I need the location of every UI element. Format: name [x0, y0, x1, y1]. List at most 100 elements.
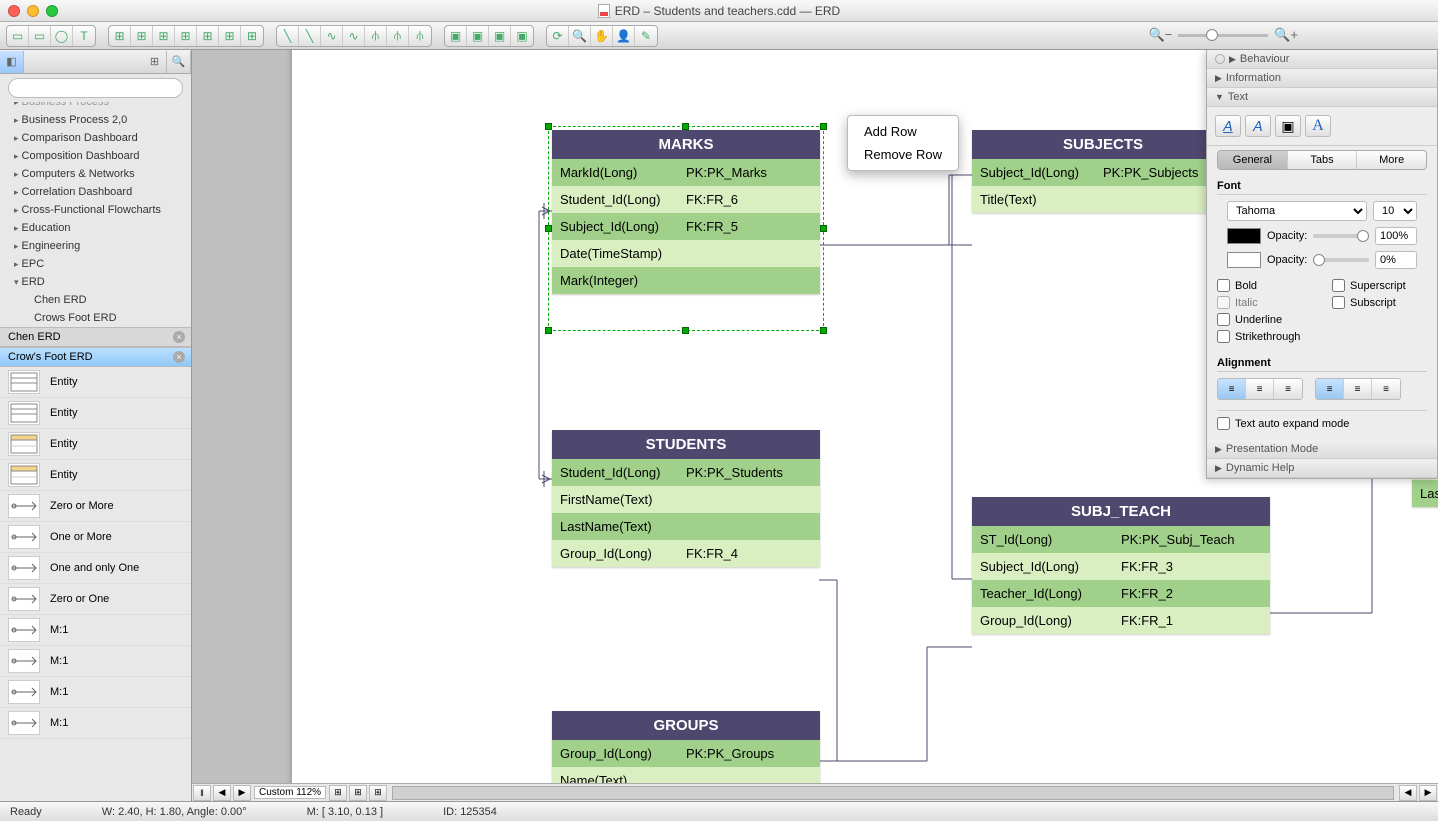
section-text[interactable]: ▼Text — [1207, 88, 1437, 107]
opacity-stroke-value[interactable] — [1375, 251, 1417, 269]
tool-layer-1[interactable]: ▣ — [445, 26, 467, 46]
stencil-item[interactable]: Zero or One — [0, 584, 191, 615]
tool-view-2[interactable]: 🔍 — [569, 26, 591, 46]
tool-layer-2[interactable]: ▣ — [467, 26, 489, 46]
stencil-item[interactable]: Zero or More — [0, 491, 191, 522]
check-superscript[interactable] — [1332, 279, 1345, 292]
section-behaviour[interactable]: ▶Behaviour — [1207, 50, 1437, 69]
tool-align-6[interactable]: ⊞ — [219, 26, 241, 46]
tool-align-4[interactable]: ⊞ — [175, 26, 197, 46]
tool-conn-3[interactable]: ∿ — [321, 26, 343, 46]
tab-general[interactable]: General — [1218, 151, 1288, 169]
zoom-in-icon[interactable]: 🔍+ — [1274, 27, 1298, 43]
tree-item[interactable]: EPC — [22, 258, 45, 270]
text-tool-font-icon[interactable]: A — [1305, 115, 1331, 137]
snap-grid-2[interactable]: ⊞ — [349, 785, 367, 801]
tool-view-5[interactable]: ✎ — [635, 26, 657, 46]
entity-row[interactable]: ST_Id(Long)PK:PK_Subj_Teach — [972, 526, 1270, 553]
stencil-item[interactable]: One and only One — [0, 553, 191, 584]
tool-conn-4[interactable]: ∿ — [343, 26, 365, 46]
snap-grid-1[interactable]: ⊞ — [329, 785, 347, 801]
tree-item[interactable]: Business Process — [22, 102, 109, 108]
valign-middle[interactable]: ≡ — [1344, 379, 1372, 399]
stencil-item[interactable]: M:1 — [0, 708, 191, 739]
tree-item-erd[interactable]: ERD — [22, 276, 45, 288]
section-dynamic-help[interactable]: ▶Dynamic Help — [1207, 459, 1437, 478]
align-right[interactable]: ≡ — [1274, 379, 1302, 399]
stencil-tab-chen[interactable]: Chen ERD× — [0, 327, 191, 347]
tool-align-5[interactable]: ⊞ — [197, 26, 219, 46]
hscroll-right-icon[interactable]: ▶ — [1419, 785, 1437, 801]
text-tool-underline-icon[interactable]: 𝘈 — [1215, 115, 1241, 137]
tab-more[interactable]: More — [1357, 151, 1426, 169]
entity-row[interactable]: Mark(Integer) — [552, 267, 820, 294]
stencil-item[interactable]: Entity — [0, 429, 191, 460]
tool-layer-3[interactable]: ▣ — [489, 26, 511, 46]
valign-top[interactable]: ≡ — [1316, 379, 1344, 399]
valign-bottom[interactable]: ≡ — [1372, 379, 1400, 399]
check-underline[interactable] — [1217, 313, 1230, 326]
tool-conn-6[interactable]: ⫛ — [387, 26, 409, 46]
align-left[interactable]: ≡ — [1218, 379, 1246, 399]
zoom-readout[interactable]: Custom 112% — [254, 786, 326, 799]
tab-tabs[interactable]: Tabs — [1288, 151, 1358, 169]
stroke-color-swatch[interactable] — [1227, 252, 1261, 268]
check-strikethrough[interactable] — [1217, 330, 1230, 343]
fill-color-swatch[interactable] — [1227, 228, 1261, 244]
entity-row[interactable]: Subject_Id(Long)FK:FR_3 — [972, 553, 1270, 580]
tool-conn-7[interactable]: ⫛ — [409, 26, 431, 46]
tree-item-chen[interactable]: Chen ERD — [34, 294, 87, 306]
tool-align-2[interactable]: ⊞ — [131, 26, 153, 46]
opacity-slider-fill[interactable] — [1313, 234, 1369, 238]
tool-rect[interactable]: ▭ — [29, 26, 51, 46]
zoom-out-icon[interactable]: 🔍− — [1148, 27, 1172, 43]
text-tool-box-icon[interactable]: ▣ — [1275, 115, 1301, 137]
entity-row[interactable]: Teacher_Id(Long)FK:FR_2 — [972, 580, 1270, 607]
tool-conn-5[interactable]: ⫛ — [365, 26, 387, 46]
entity-row[interactable]: FirstName(Text) — [552, 486, 820, 513]
tool-conn-1[interactable]: ╲ — [277, 26, 299, 46]
entity-row[interactable]: MarkId(Long)PK:PK_Marks — [552, 159, 820, 186]
section-presentation[interactable]: ▶Presentation Mode — [1207, 440, 1437, 459]
entity-row[interactable]: Group_Id(Long)PK:PK_Groups — [552, 740, 820, 767]
entity-row[interactable]: Subject_Id(Long)PK:PK_Subjects — [972, 159, 1234, 186]
zoom-slider[interactable] — [1178, 34, 1268, 37]
check-text-auto-expand[interactable] — [1217, 417, 1230, 430]
scroll-first-icon[interactable]: ‖ — [193, 785, 211, 801]
canvas-area[interactable]: MARKS MarkId(Long)PK:PK_MarksStudent_Id(… — [192, 50, 1438, 801]
align-center[interactable]: ≡ — [1246, 379, 1274, 399]
tool-align-7[interactable]: ⊞ — [241, 26, 263, 46]
tree-item[interactable]: Correlation Dashboard — [22, 186, 133, 198]
tool-view-1[interactable]: ⟳ — [547, 26, 569, 46]
font-family-select[interactable]: Tahoma — [1227, 201, 1367, 221]
section-information[interactable]: ▶Information — [1207, 69, 1437, 88]
sidebar-tab-library[interactable]: ◧ — [0, 51, 24, 73]
check-italic[interactable] — [1217, 296, 1230, 309]
tool-view-3[interactable]: ✋ — [591, 26, 613, 46]
entity-row[interactable]: Student_Id(Long)PK:PK_Students — [552, 459, 820, 486]
tree-item[interactable]: Cross-Functional Flowcharts — [22, 204, 161, 216]
check-bold[interactable] — [1217, 279, 1230, 292]
tree-item[interactable]: Education — [22, 222, 71, 234]
library-search-input[interactable] — [8, 78, 183, 98]
tree-item[interactable]: Business Process 2,0 — [22, 114, 128, 126]
font-size-select[interactable]: 10 — [1373, 201, 1417, 221]
stencil-item[interactable]: M:1 — [0, 677, 191, 708]
check-subscript[interactable] — [1332, 296, 1345, 309]
text-tool-shadow-icon[interactable]: 𝘈 — [1245, 115, 1271, 137]
entity-row[interactable]: LastName(Text) — [552, 513, 820, 540]
tool-layer-4[interactable]: ▣ — [511, 26, 533, 46]
stencil-item[interactable]: M:1 — [0, 646, 191, 677]
entity-row[interactable]: Group_Id(Long)FK:FR_4 — [552, 540, 820, 567]
opacity-fill-value[interactable] — [1375, 227, 1417, 245]
entity-students[interactable]: STUDENTS Student_Id(Long)PK:PK_StudentsF… — [552, 430, 820, 567]
entity-row[interactable]: Date(TimeStamp) — [552, 240, 820, 267]
entity-subj-teach[interactable]: SUBJ_TEACH ST_Id(Long)PK:PK_Subj_TeachSu… — [972, 497, 1270, 634]
stencil-item[interactable]: Entity — [0, 398, 191, 429]
stencil-tab-crows-foot[interactable]: Crow's Foot ERD× — [0, 347, 191, 367]
scroll-prev-icon[interactable]: ◀ — [213, 785, 231, 801]
entity-row[interactable]: Student_Id(Long)FK:FR_6 — [552, 186, 820, 213]
entity-row[interactable]: Subject_Id(Long)FK:FR_5 — [552, 213, 820, 240]
ctx-add-row[interactable]: Add Row — [848, 120, 958, 143]
tool-view-4[interactable]: 👤 — [613, 26, 635, 46]
